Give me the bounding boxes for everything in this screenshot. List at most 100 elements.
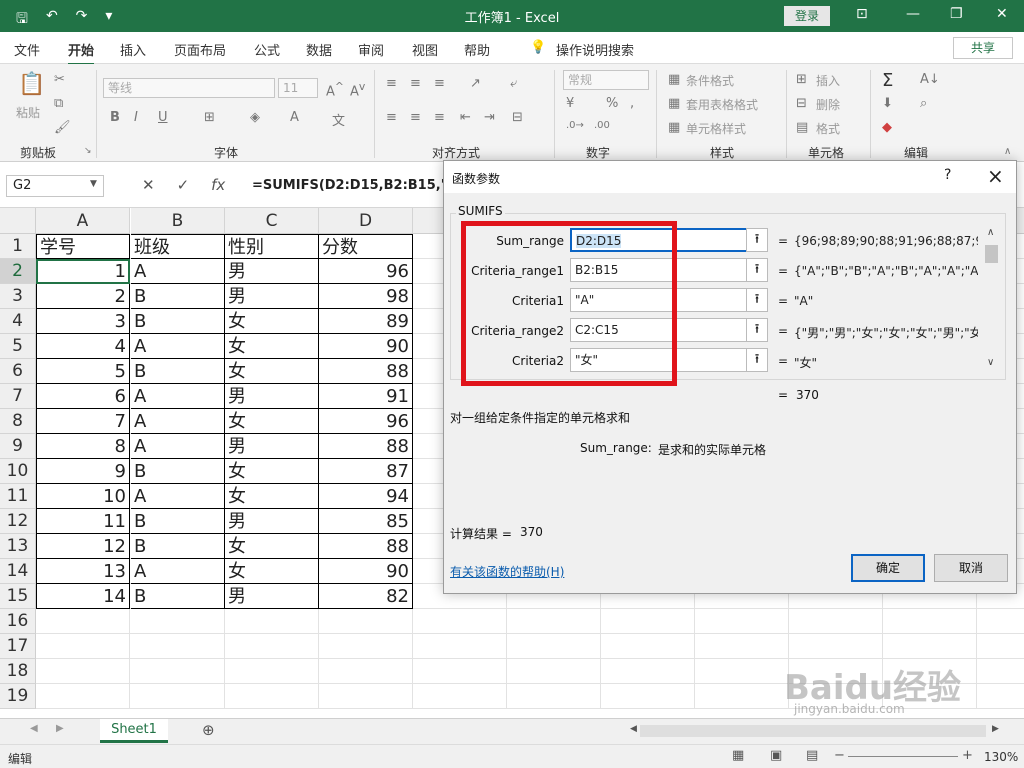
scroll-thumb[interactable] <box>985 245 998 263</box>
paste-icon[interactable]: 📋 <box>18 72 45 97</box>
hscroll-right-icon[interactable]: ▶ <box>992 724 999 734</box>
restore-icon[interactable]: ❐ <box>950 6 963 22</box>
clear-icon[interactable]: ◆ <box>882 120 892 135</box>
normal-view-icon[interactable]: ▦ <box>732 748 744 763</box>
table-cell[interactable]: A <box>131 409 225 434</box>
table-cell[interactable]: 5 <box>36 359 130 384</box>
table-cell[interactable]: 女 <box>225 484 319 509</box>
table-cell[interactable]: A <box>131 434 225 459</box>
row-header[interactable]: 18 <box>0 659 36 684</box>
column-header[interactable]: D <box>319 208 413 234</box>
table-cell[interactable]: 10 <box>36 484 130 509</box>
table-cell[interactable]: A <box>131 384 225 409</box>
delete-cells-icon[interactable]: ⊟ <box>796 96 807 111</box>
phonetic-icon[interactable]: 文 <box>332 110 345 129</box>
tab-home[interactable]: 开始 <box>68 40 95 66</box>
minimize-icon[interactable]: — <box>906 6 920 22</box>
column-header[interactable]: C <box>225 208 319 234</box>
row-header[interactable]: 5 <box>0 334 36 359</box>
collapse-dialog-icon[interactable]: ⭱ <box>746 258 768 282</box>
scroll-down-icon[interactable]: ∨ <box>987 357 994 368</box>
scroll-right-icon[interactable]: ▶ <box>56 723 64 734</box>
tab-view[interactable]: 视图 <box>412 40 438 59</box>
ribbon-display-icon[interactable]: ⊡ <box>856 6 868 22</box>
table-cell[interactable]: 88 <box>319 359 413 384</box>
align-left-icon[interactable]: ≡ <box>386 110 397 125</box>
orientation-icon[interactable]: ↗ <box>470 76 481 91</box>
header-cell[interactable]: 分数 <box>319 234 413 259</box>
add-sheet-icon[interactable]: ⊕ <box>202 721 215 739</box>
tab-review[interactable]: 审阅 <box>358 40 384 59</box>
cut-icon[interactable]: ✂ <box>54 72 65 87</box>
font-size-combo[interactable]: 11 <box>278 78 318 98</box>
close-icon[interactable]: ✕ <box>996 6 1008 22</box>
page-break-view-icon[interactable]: ▤ <box>806 748 818 763</box>
align-right-icon[interactable]: ≡ <box>434 110 445 125</box>
cell-style-icon[interactable]: ▦ <box>668 120 680 135</box>
table-cell[interactable]: 96 <box>319 259 413 284</box>
shrink-font-icon[interactable]: Av <box>350 80 365 99</box>
table-cell[interactable]: 8 <box>36 434 130 459</box>
table-cell[interactable]: 女 <box>225 459 319 484</box>
tab-help[interactable]: 帮助 <box>464 40 490 59</box>
table-cell[interactable]: 91 <box>319 384 413 409</box>
table-cell[interactable]: 98 <box>319 284 413 309</box>
header-cell[interactable]: 班级 <box>131 234 225 259</box>
table-cell[interactable]: 女 <box>225 334 319 359</box>
collapse-ribbon-icon[interactable]: ∧ <box>1004 146 1011 157</box>
table-cell[interactable]: 男 <box>225 584 319 609</box>
table-cell[interactable]: B <box>131 459 225 484</box>
table-cell[interactable]: 男 <box>225 509 319 534</box>
decrease-decimal-icon[interactable]: .00 <box>594 120 610 131</box>
dialog-close-icon[interactable]: × <box>987 164 1004 188</box>
font-color-icon[interactable]: A <box>290 110 299 125</box>
conditional-format-icon[interactable]: ▦ <box>668 72 680 87</box>
table-cell[interactable]: B <box>131 584 225 609</box>
table-cell[interactable]: A <box>131 259 225 284</box>
table-cell[interactable]: 9 <box>36 459 130 484</box>
format-painter-icon[interactable]: 🖌 <box>54 120 71 135</box>
table-cell[interactable]: 89 <box>319 309 413 334</box>
format-cells-icon[interactable]: ▤ <box>796 120 808 135</box>
row-header[interactable]: 13 <box>0 534 36 559</box>
table-cell[interactable]: 90 <box>319 334 413 359</box>
tell-me-search[interactable]: 操作说明搜索 <box>556 40 634 59</box>
row-header[interactable]: 11 <box>0 484 36 509</box>
increase-decimal-icon[interactable]: .0→ <box>566 120 584 131</box>
cancel-button[interactable]: 取消 <box>934 554 1008 582</box>
bold-icon[interactable]: B <box>110 110 120 125</box>
sheet-tab-sheet1[interactable]: Sheet1 <box>100 719 168 743</box>
table-cell[interactable]: 男 <box>225 384 319 409</box>
table-cell[interactable]: A <box>131 334 225 359</box>
enter-formula-icon[interactable]: ✓ <box>177 176 190 194</box>
table-cell[interactable]: A <box>131 484 225 509</box>
dialog-help-button[interactable]: ? <box>944 167 951 183</box>
header-cell[interactable]: 学号 <box>36 234 130 259</box>
scroll-up-icon[interactable]: ∧ <box>987 227 994 238</box>
hscroll-left-icon[interactable]: ◀ <box>630 724 637 734</box>
scroll-left-icon[interactable]: ◀ <box>30 723 38 734</box>
name-box-dropdown-icon[interactable]: ▼ <box>90 179 97 189</box>
table-cell[interactable]: 2 <box>36 284 130 309</box>
select-all-corner[interactable] <box>0 208 36 234</box>
table-cell[interactable]: 女 <box>225 409 319 434</box>
zoom-slider[interactable] <box>848 756 958 757</box>
row-header[interactable]: 17 <box>0 634 36 659</box>
column-header[interactable]: A <box>36 208 130 234</box>
underline-icon[interactable]: U <box>158 110 168 125</box>
tab-file[interactable]: 文件 <box>14 40 40 59</box>
table-cell[interactable]: 88 <box>319 434 413 459</box>
table-cell[interactable]: 3 <box>36 309 130 334</box>
align-top-icon[interactable]: ≡ <box>386 76 397 91</box>
table-cell[interactable]: 男 <box>225 434 319 459</box>
table-cell[interactable]: 88 <box>319 534 413 559</box>
font-name-combo[interactable]: 等线 <box>103 78 275 98</box>
table-cell[interactable]: 男 <box>225 259 319 284</box>
copy-icon[interactable]: ⧉ <box>54 96 63 111</box>
table-cell[interactable]: 96 <box>319 409 413 434</box>
zoom-level[interactable]: 130% <box>984 750 1018 764</box>
row-header[interactable]: 12 <box>0 509 36 534</box>
dialog-launcher-icon[interactable]: ↘ <box>84 146 92 156</box>
column-header[interactable]: B <box>131 208 225 234</box>
fill-color-icon[interactable]: ◈ <box>250 110 260 125</box>
